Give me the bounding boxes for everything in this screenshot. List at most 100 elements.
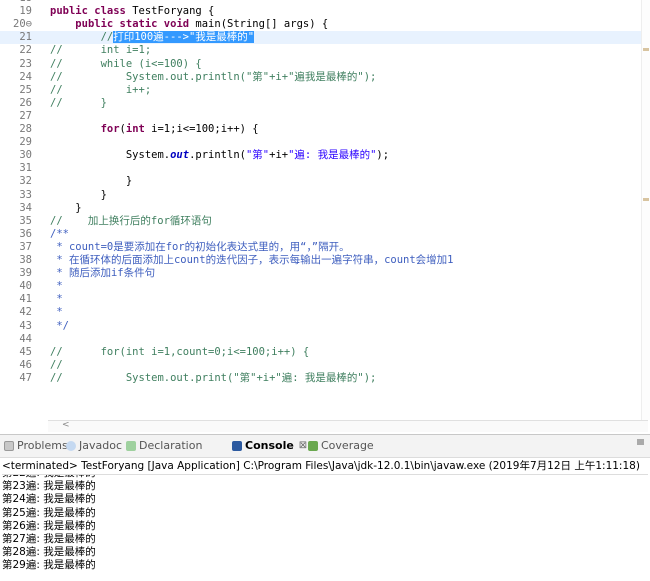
code-line[interactable]: 39 * 随后添加if条件句 [0, 267, 650, 280]
code-line[interactable]: 44 [0, 333, 650, 346]
code-token: // int i=1; [50, 44, 152, 57]
ruler-marker[interactable] [643, 48, 649, 51]
tab-problems[interactable]: Problems [4, 438, 68, 454]
code-line[interactable]: 46 // [0, 359, 650, 372]
code-token: System. [50, 149, 171, 162]
code-line[interactable]: 45 // for(int i=1,count=0;i<=100;i++) { [0, 346, 650, 359]
code-text[interactable]: // i++; [50, 84, 151, 97]
code-text[interactable]: // for(int i=1,count=0;i<=100;i++) { [50, 346, 309, 359]
code-text[interactable]: } [50, 201, 82, 215]
console-view: Problems Javadoc Declaration Console ⊠ C… [0, 434, 650, 581]
code-token: * 随后添加if条件句 [50, 267, 156, 280]
code-token: * [50, 280, 63, 293]
code-line[interactable]: 37 * count=0是要添加在for的初始化表达式里的，用“，”隔开。 [0, 241, 650, 254]
code-token: * count=0是要添加在for的初始化表达式里的，用“，”隔开。 [50, 240, 350, 253]
tab-declaration[interactable]: Declaration [126, 438, 202, 454]
code-text[interactable]: */ [50, 320, 69, 333]
tab-label: Problems [17, 439, 68, 452]
code-line[interactable]: 25 // i++; [0, 84, 650, 97]
console-icon [232, 441, 242, 451]
code-token: // 加上换行后的for循环语句 [50, 214, 212, 227]
code-line[interactable]: 42 * [0, 306, 650, 319]
code-line[interactable]: 23 // while (i<=100) { [0, 58, 650, 71]
line-number: 46 [19, 358, 32, 371]
code-line[interactable]: 47 // System.out.print("第"+i+"遍: 我是最棒的"); [0, 372, 650, 385]
code-line[interactable]: 24 // System.out.println("第"+i+"遍我是最棒的"); [0, 71, 650, 84]
code-text[interactable]: // [50, 359, 63, 372]
code-token: // for(int i=1,count=0;i<=100;i++) { [50, 345, 310, 358]
code-text[interactable]: public static void main(String[] args) { [50, 18, 328, 31]
code-text[interactable]: * [50, 280, 63, 293]
code-line[interactable]: 20⊖ public static void main(String[] arg… [0, 18, 650, 31]
code-text[interactable]: // } [50, 97, 107, 110]
code-text[interactable]: * 在循环体的后面添加上count的迭代因子，表示每输出一遍字符串，count会… [50, 254, 453, 267]
code-text[interactable]: /** [50, 228, 69, 241]
code-token: +i+ [269, 149, 289, 162]
code-text[interactable]: System.out.println("第"+i+"遍: 我是最棒的"); [50, 149, 389, 162]
view-menu-icon[interactable] [637, 439, 644, 445]
code-line[interactable]: 34 } [0, 202, 650, 215]
close-icon[interactable]: ⊠ [299, 438, 307, 454]
code-line[interactable]: 38 * 在循环体的后面添加上count的迭代因子，表示每输出一遍字符串，cou… [0, 254, 650, 267]
code-line[interactable]: 27 [0, 110, 650, 123]
code-token: 打印100遍--->"我是最棒的" [113, 31, 255, 44]
code-text[interactable]: for(int i=1;i<=100;i++) { [50, 123, 259, 136]
code-text[interactable]: // 加上换行后的for循环语句 [50, 215, 212, 228]
code-token: * [50, 293, 63, 306]
code-text[interactable]: * [50, 293, 63, 306]
code-text[interactable]: } [50, 189, 107, 202]
line-number: 26 [19, 96, 32, 109]
tab-label: Declaration [139, 439, 203, 452]
line-number: 37 [19, 240, 32, 253]
code-line[interactable]: 26 // } [0, 97, 650, 110]
problems-icon [4, 441, 14, 451]
code-line[interactable]: 40 * [0, 280, 650, 293]
code-text[interactable]: // System.out.println("第"+i+"遍我是最棒的"); [50, 71, 376, 84]
code-text[interactable]: * 随后添加if条件句 [50, 267, 155, 280]
code-token: } [50, 201, 82, 214]
tab-console[interactable]: Console ⊠ [232, 438, 307, 454]
code-text[interactable]: } [50, 175, 132, 188]
line-number: 41 [19, 293, 32, 306]
code-line[interactable]: 29 [0, 136, 650, 149]
code-token: int [125, 123, 145, 135]
tab-javadoc[interactable]: Javadoc [66, 438, 122, 454]
code-editor[interactable]: 1819public class TestForyang {20⊖ public… [0, 0, 650, 432]
code-line[interactable]: 31 [0, 162, 650, 175]
code-line[interactable]: 36 /** [0, 228, 650, 241]
code-text[interactable]: // int i=1; [50, 44, 151, 57]
code-line[interactable]: 33 } [0, 189, 650, 202]
line-number: 21 [19, 31, 32, 44]
code-token: for [100, 123, 120, 135]
code-text[interactable]: // System.out.print("第"+i+"遍: 我是最棒的"); [50, 372, 376, 385]
code-text[interactable]: //打印100遍--->"我是最棒的" [50, 31, 255, 44]
code-token: out [170, 149, 190, 162]
tab-coverage[interactable]: Coverage [308, 438, 374, 454]
code-line[interactable]: 22 // int i=1; [0, 44, 650, 57]
line-number: 45 [19, 345, 32, 358]
code-text[interactable]: public class TestForyang { [50, 5, 214, 18]
code-line[interactable]: 28 for(int i=1;i<=100;i++) { [0, 123, 650, 136]
code-line[interactable]: 32 } [0, 175, 650, 188]
code-line[interactable]: 19 public class TestForyang { [0, 5, 650, 18]
code-text[interactable]: * [50, 306, 62, 319]
scroll-left-icon[interactable]: < [62, 420, 70, 430]
line-number: 47 [19, 371, 32, 384]
code-line[interactable]: 41 * [0, 293, 650, 306]
console-line: 第27遍: 我是最棒的 [2, 532, 96, 545]
code-line[interactable]: 30 System.out.println("第"+i+"遍: 我是最棒的"); [0, 149, 650, 162]
ruler-marker[interactable] [643, 198, 649, 201]
code-token: } [50, 175, 133, 188]
code-line[interactable]: 21 //打印100遍--->"我是最棒的" [0, 31, 650, 45]
horizontal-scrollbar[interactable]: < [48, 420, 648, 432]
line-number: 28 [19, 123, 32, 135]
line-number: 22 [19, 44, 32, 57]
code-line[interactable]: 43 */ [0, 320, 650, 333]
code-text[interactable]: * count=0是要添加在for的初始化表达式里的，用“，”隔开。 [50, 240, 350, 254]
overview-ruler[interactable] [641, 0, 650, 420]
code-token: ); [376, 149, 390, 162]
code-text[interactable]: // while (i<=100) { [50, 58, 202, 71]
console-output[interactable]: 第22遍: 我是最棒的第23遍: 我是最棒的第24遍: 我是最棒的第25遍: 我… [2, 475, 648, 581]
code-line[interactable]: 35 // 加上换行后的for循环语句 [0, 215, 650, 228]
